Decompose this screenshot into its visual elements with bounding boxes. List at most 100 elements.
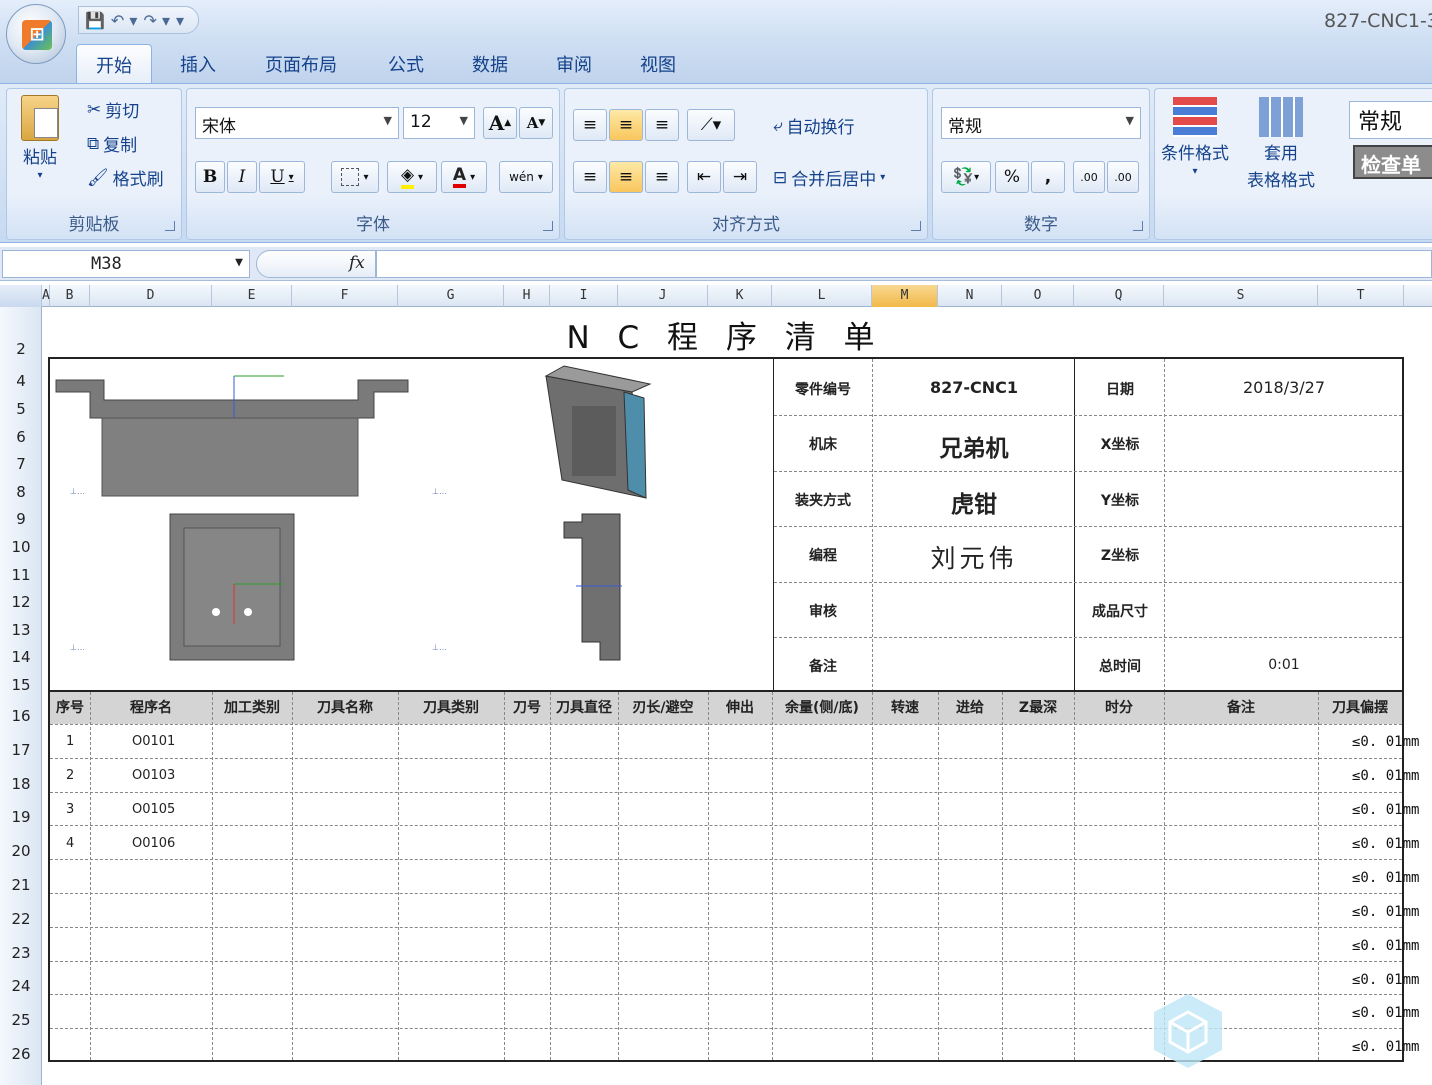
decrease-indent-icon[interactable]: ⇤: [687, 161, 721, 193]
column-header[interactable]: H: [504, 285, 550, 307]
column-header[interactable]: T: [1318, 285, 1404, 307]
tab-formulas[interactable]: 公式: [376, 44, 436, 82]
column-header[interactable]: S: [1164, 285, 1318, 307]
column-header[interactable]: I: [550, 285, 618, 307]
conditional-format-button[interactable]: 条件格式 ▾: [1161, 97, 1229, 177]
row-header[interactable]: 8: [0, 483, 42, 501]
row-header[interactable]: 20: [0, 842, 42, 860]
border-icon: [341, 168, 360, 186]
align-bottom-icon[interactable]: ≡: [645, 109, 679, 141]
row-header[interactable]: 25: [0, 1011, 42, 1029]
office-button[interactable]: ⊞: [6, 4, 66, 64]
row-header[interactable]: 23: [0, 944, 42, 962]
grow-font-button[interactable]: A ▲: [483, 107, 517, 139]
column-header[interactable]: N: [938, 285, 1002, 307]
dialog-launcher-icon[interactable]: [911, 221, 921, 231]
row-header[interactable]: 6: [0, 428, 42, 446]
tab-data[interactable]: 数据: [460, 44, 520, 82]
decrease-decimal-button[interactable]: .00: [1107, 161, 1139, 193]
row-header[interactable]: 4: [0, 372, 42, 390]
currency-button[interactable]: 💱 ▾: [941, 161, 991, 193]
row-header[interactable]: 17: [0, 741, 42, 759]
tab-review[interactable]: 审阅: [544, 44, 604, 82]
tab-insert[interactable]: 插入: [168, 44, 228, 82]
row-header[interactable]: 11: [0, 566, 42, 584]
tab-home[interactable]: 开始: [76, 44, 152, 84]
paste-button[interactable]: 粘贴 ▾: [21, 95, 59, 181]
phonetic-button[interactable]: wén ▾: [499, 161, 553, 193]
row-header[interactable]: 15: [0, 676, 42, 694]
bold-button[interactable]: B: [195, 161, 225, 193]
shrink-font-button[interactable]: A ▼: [519, 107, 553, 139]
copy-button[interactable]: ⧉ 复制: [87, 131, 137, 157]
cell-style-check[interactable]: 检查单: [1353, 145, 1432, 179]
select-all-corner[interactable]: [0, 285, 42, 307]
row-header[interactable]: 2: [0, 340, 42, 358]
borders-button[interactable]: ▾: [331, 161, 379, 193]
increase-indent-icon[interactable]: ⇥: [723, 161, 757, 193]
column-header[interactable]: L: [772, 285, 872, 307]
align-middle-icon[interactable]: ≡: [609, 109, 643, 141]
wrap-text-button[interactable]: ⤶ 自动换行: [773, 113, 855, 139]
format-painter-button[interactable]: 🖌 格式刷: [87, 165, 164, 191]
row-header[interactable]: 22: [0, 910, 42, 928]
comma-button[interactable]: ,: [1031, 161, 1065, 193]
row-header[interactable]: 19: [0, 808, 42, 826]
align-left-icon[interactable]: ≡: [573, 161, 607, 193]
row-header[interactable]: 12: [0, 593, 42, 611]
dialog-launcher-icon[interactable]: [165, 221, 175, 231]
column-header[interactable]: Q: [1074, 285, 1164, 307]
align-right-icon[interactable]: ≡: [645, 161, 679, 193]
row-header[interactable]: 14: [0, 648, 42, 666]
info-label: 总时间: [1099, 659, 1141, 675]
row-header[interactable]: 16: [0, 707, 42, 725]
row-header[interactable]: 13: [0, 621, 42, 639]
name-box[interactable]: M38 ▼: [2, 250, 250, 278]
merge-center-button[interactable]: ⊟ 合并后居中 ▾: [773, 165, 885, 191]
column-header[interactable]: B: [50, 285, 90, 307]
font-color-button[interactable]: A ▾: [441, 161, 487, 193]
row-header[interactable]: 7: [0, 455, 42, 473]
column-header[interactable]: K: [708, 285, 772, 307]
undo-icon[interactable]: ↶ ▾: [111, 11, 138, 30]
fill-color-button[interactable]: ◈ ▾: [387, 161, 437, 193]
column-header[interactable]: J: [618, 285, 708, 307]
save-icon[interactable]: 💾: [85, 11, 105, 30]
italic-button[interactable]: I: [227, 161, 257, 193]
cut-button[interactable]: ✂ 剪切: [87, 97, 139, 123]
tool-runout: ≤0. 01mm: [1352, 938, 1420, 954]
row-header[interactable]: 5: [0, 400, 42, 418]
row-header[interactable]: 24: [0, 977, 42, 995]
align-center-icon[interactable]: ≡: [609, 161, 643, 193]
customize-qat-icon[interactable]: ▾: [176, 11, 184, 30]
row-header[interactable]: 21: [0, 876, 42, 894]
column-header[interactable]: D: [90, 285, 212, 307]
redo-icon[interactable]: ↷ ▾: [143, 11, 170, 30]
dialog-launcher-icon[interactable]: [543, 221, 553, 231]
column-header-selected[interactable]: M: [872, 285, 938, 307]
underline-button[interactable]: U ▾: [259, 161, 305, 193]
column-header[interactable]: F: [292, 285, 398, 307]
column-header[interactable]: A: [42, 285, 50, 307]
increase-decimal-button[interactable]: .00: [1073, 161, 1105, 193]
column-header[interactable]: O: [1002, 285, 1074, 307]
insert-function-button[interactable]: fx: [256, 250, 376, 278]
percent-button[interactable]: %: [995, 161, 1029, 193]
column-header[interactable]: G: [398, 285, 504, 307]
tab-page-layout[interactable]: 页面布局: [252, 44, 350, 82]
format-as-table-button[interactable]: 套用 表格格式: [1247, 97, 1315, 191]
orientation-icon[interactable]: ⟋▾: [687, 109, 735, 141]
formula-input[interactable]: [376, 250, 1432, 278]
number-format-combo[interactable]: 常规 ▼: [941, 107, 1141, 139]
cell-style-normal[interactable]: 常规: [1349, 101, 1432, 139]
align-top-icon[interactable]: ≡: [573, 109, 607, 141]
row-header[interactable]: 18: [0, 775, 42, 793]
font-size-combo[interactable]: 12 ▼: [403, 107, 475, 139]
font-name-combo[interactable]: 宋体 ▼: [195, 107, 399, 139]
row-header[interactable]: 26: [0, 1045, 42, 1063]
tab-view[interactable]: 视图: [628, 44, 688, 82]
row-header[interactable]: 9: [0, 510, 42, 528]
column-header[interactable]: E: [212, 285, 292, 307]
row-header[interactable]: 10: [0, 538, 42, 556]
dialog-launcher-icon[interactable]: [1133, 221, 1143, 231]
